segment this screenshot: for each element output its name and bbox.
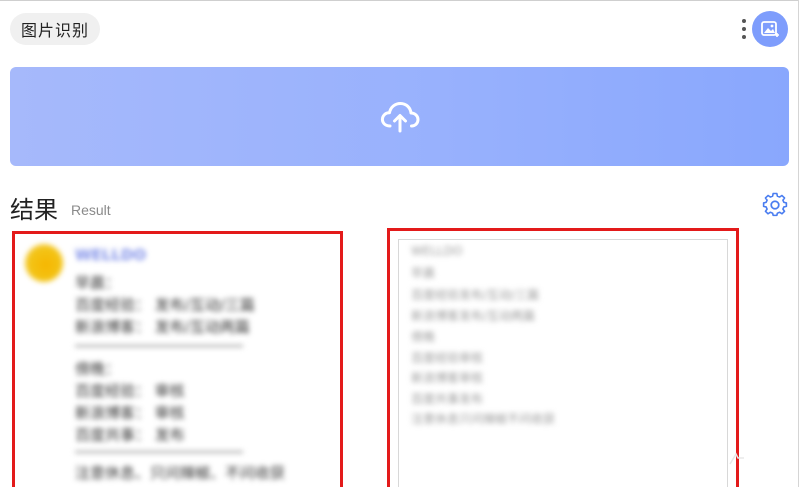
sender-name: WELLDO bbox=[75, 246, 147, 264]
app-title: 图片识别 bbox=[10, 13, 101, 45]
window-top-border bbox=[0, 0, 799, 1]
ocr-line: 百度经验审核 bbox=[411, 351, 484, 365]
ocr-result-panel: WELLDO 早晨 百度经验发布/互动/三篇 新浪博客发布/互动两篇 傍晚 百度… bbox=[387, 228, 739, 487]
message-line: 百度共事： 发布 bbox=[75, 426, 185, 444]
message-line: 新浪博客： 发布/互动两篇 bbox=[75, 318, 250, 336]
gear-icon bbox=[762, 192, 788, 217]
ocr-line: WELLDO bbox=[411, 244, 463, 258]
more-dot bbox=[742, 35, 746, 39]
ocr-result-textarea[interactable]: WELLDO 早晨 百度经验发布/互动/三篇 新浪博客发布/互动两篇 傍晚 百度… bbox=[398, 239, 728, 487]
message-line: 百度经验： 发布/互动/三篇 bbox=[75, 296, 255, 314]
ocr-line: 早晨 bbox=[411, 266, 436, 280]
message-line: 新浪博客： 审核 bbox=[75, 404, 185, 422]
message-line: 百度经验： 审核 bbox=[75, 382, 185, 400]
upload-dropzone[interactable] bbox=[10, 67, 789, 166]
message-line: 早晨： bbox=[75, 274, 121, 292]
more-options-button[interactable] bbox=[739, 16, 749, 42]
result-heading: 结果 bbox=[10, 196, 58, 224]
message-divider bbox=[75, 451, 243, 453]
message-divider bbox=[75, 345, 243, 347]
ocr-line: 百度经验发布/互动/三篇 bbox=[411, 288, 540, 302]
watermark-logo bbox=[729, 452, 744, 465]
ocr-line: 新浪博客发布/互动两篇 bbox=[411, 309, 536, 323]
message-line: 傍晚： bbox=[75, 360, 121, 378]
ocr-line: 百度共事发布 bbox=[411, 392, 484, 406]
settings-button[interactable] bbox=[762, 192, 788, 218]
ocr-line: 注意休息只问辣椒不问收获 bbox=[411, 412, 556, 426]
gallery-button[interactable] bbox=[752, 11, 788, 47]
more-dot bbox=[742, 19, 746, 23]
image-gallery-icon bbox=[761, 21, 779, 37]
source-image-panel: WELLDO 早晨： 百度经验： 发布/互动/三篇 新浪博客： 发布/互动两篇 … bbox=[12, 231, 343, 487]
result-subheading: Result bbox=[71, 202, 111, 218]
ocr-line: 傍晚 bbox=[411, 330, 436, 344]
ocr-line: 新浪博客审核 bbox=[411, 371, 484, 385]
more-dot bbox=[742, 27, 746, 31]
sender-avatar bbox=[25, 244, 63, 282]
cloud-upload-icon bbox=[380, 101, 419, 132]
message-line: 注意休息、只问辣椒、不问收获 bbox=[75, 464, 286, 482]
